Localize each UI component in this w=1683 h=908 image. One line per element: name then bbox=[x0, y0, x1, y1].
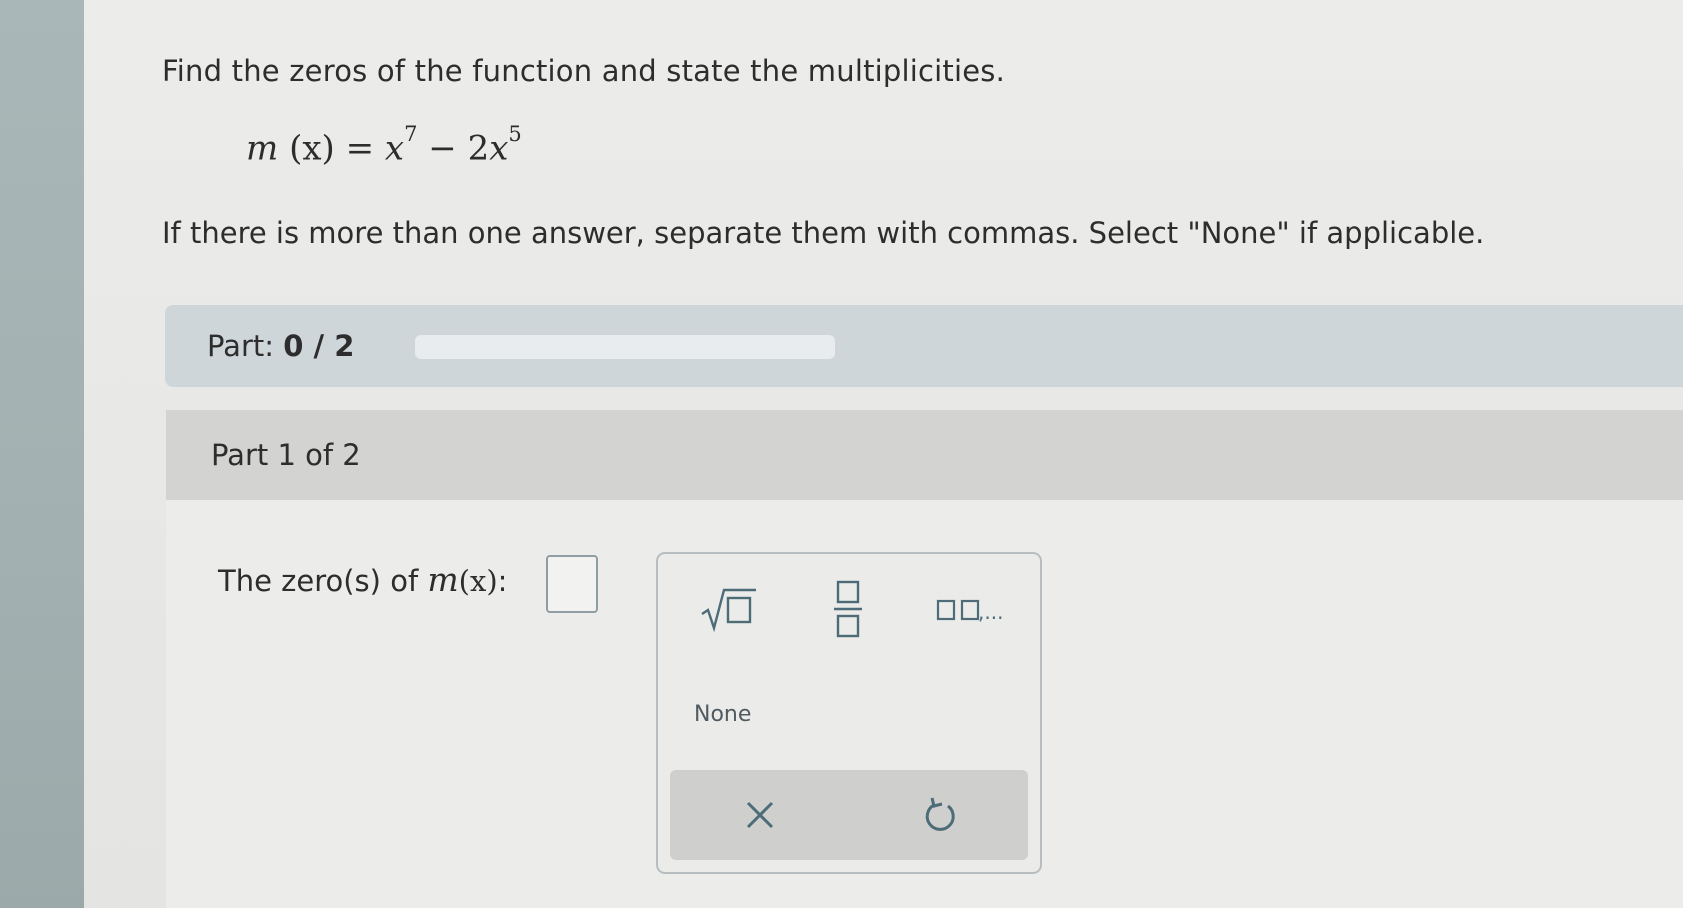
answer-label-colon: : bbox=[497, 564, 508, 598]
term2-base: x bbox=[489, 128, 509, 169]
list-button[interactable]: ,... bbox=[928, 582, 1018, 638]
left-rail bbox=[0, 0, 84, 908]
keypad-footer bbox=[670, 770, 1028, 860]
list-suffix: ,... bbox=[978, 600, 1003, 624]
part-progress-bar: Part: 0 / 2 bbox=[165, 305, 1683, 387]
progress-track bbox=[415, 335, 835, 359]
term2-coefficient: 2 bbox=[467, 128, 490, 169]
close-icon bbox=[746, 801, 774, 828]
term2-exponent: 5 bbox=[508, 122, 522, 146]
answer-function-variable: (x) bbox=[458, 564, 498, 598]
none-button[interactable]: None bbox=[688, 694, 768, 734]
question-prompt: Find the zeros of the function and state… bbox=[162, 54, 1006, 88]
math-keypad: ,... None bbox=[656, 552, 1042, 874]
clear-button[interactable] bbox=[730, 788, 790, 844]
sqrt-icon bbox=[701, 588, 756, 632]
function-variable: (x) bbox=[289, 128, 335, 169]
function-name: m bbox=[246, 128, 279, 169]
instructions: If there is more than one answer, separa… bbox=[162, 216, 1485, 250]
progress-value: 0 / 2 bbox=[283, 329, 355, 363]
progress-label: Part: bbox=[207, 329, 275, 363]
equals-sign: = bbox=[345, 128, 375, 169]
sqrt-button[interactable] bbox=[688, 582, 768, 638]
term1-base: x bbox=[384, 128, 405, 169]
minus-sign: − bbox=[428, 128, 457, 169]
answer-label: The zero(s) of m(x): bbox=[218, 560, 507, 599]
function-formula: m (x) = x7 − 2x5 bbox=[246, 122, 522, 169]
answer-function-name: m bbox=[427, 560, 459, 599]
undo-button[interactable] bbox=[910, 788, 970, 844]
part-header: Part 1 of 2 bbox=[166, 410, 1683, 500]
list-icon: ,... bbox=[936, 599, 1003, 624]
answer-label-prefix: The zero(s) of bbox=[218, 564, 419, 598]
undo-icon bbox=[925, 797, 955, 831]
part-progress-label: Part: 0 / 2 bbox=[207, 329, 354, 363]
fraction-icon bbox=[834, 580, 862, 637]
answer-input[interactable] bbox=[546, 555, 598, 613]
part-title: Part 1 of 2 bbox=[211, 438, 361, 472]
term1-exponent: 7 bbox=[404, 122, 418, 146]
fraction-button[interactable] bbox=[818, 576, 878, 644]
part-panel: Part 1 of 2 The zero(s) of m(x): ,... No… bbox=[166, 410, 1683, 908]
